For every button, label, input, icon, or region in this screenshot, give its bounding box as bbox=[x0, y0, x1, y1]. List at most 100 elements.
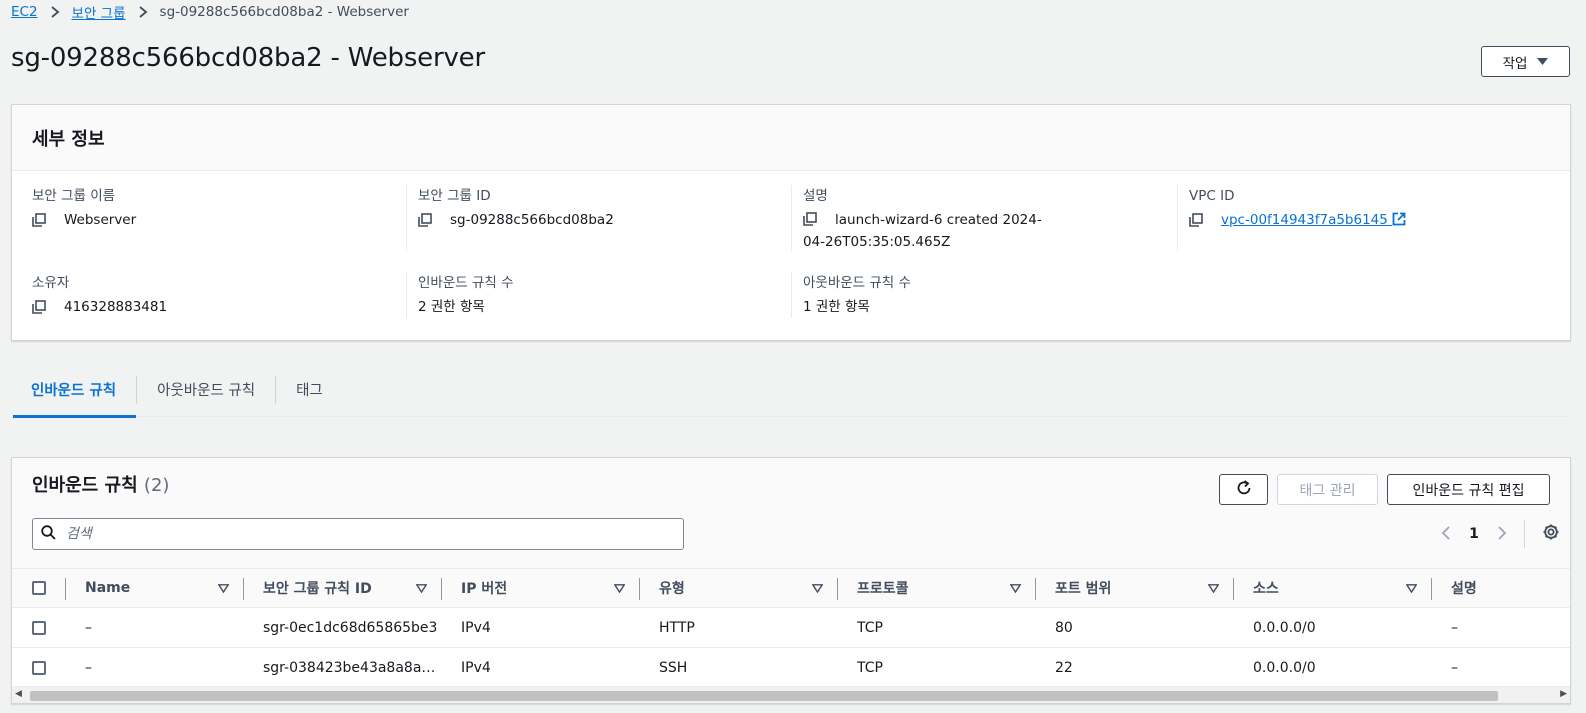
column-header-description[interactable]: 설명 bbox=[1451, 569, 1477, 607]
tab-tags[interactable]: 태그 bbox=[276, 362, 343, 417]
tab-inbound-rules[interactable]: 인바운드 규칙 bbox=[11, 362, 137, 418]
column-header-ip-version[interactable]: IP 버전 bbox=[461, 569, 507, 607]
sort-icon[interactable] bbox=[218, 569, 229, 607]
sort-icon[interactable] bbox=[614, 569, 625, 607]
details-header: 세부 정보 bbox=[12, 105, 1570, 171]
cell-port-range: 22 bbox=[1055, 660, 1073, 676]
scroll-right-icon[interactable]: ▶ bbox=[1560, 689, 1567, 699]
column-header-source[interactable]: 소스 bbox=[1253, 569, 1279, 607]
scrollbar-thumb[interactable] bbox=[30, 691, 1498, 701]
copy-icon[interactable] bbox=[1189, 209, 1209, 231]
sg-id-value: sg-09288c566bcd08ba2 bbox=[450, 212, 614, 228]
row-checkbox[interactable] bbox=[32, 661, 46, 675]
table-row[interactable]: – sgr-038423be43a8a8a… IPv4 SSH TCP 22 0… bbox=[12, 648, 1570, 688]
cell-name: – bbox=[85, 660, 92, 676]
description-value: launch-wizard-6 created 2024-04-26T05:35… bbox=[803, 212, 1042, 250]
refresh-button[interactable] bbox=[1219, 474, 1268, 505]
cell-rule-id: sgr-038423be43a8a8a… bbox=[263, 660, 436, 676]
inbound-rules-title-text: 인바운드 규칙 bbox=[32, 475, 138, 496]
column-resizer[interactable] bbox=[1233, 578, 1234, 600]
inbound-count-label: 인바운드 규칙 수 bbox=[418, 275, 514, 291]
inbound-rules-header: 인바운드 규칙 (2) 태그 관리 인바운드 규칙 편집 1 bbox=[12, 458, 1570, 568]
page-title: sg-09288c566bcd08ba2 - Webserver bbox=[11, 43, 485, 73]
column-resizer[interactable] bbox=[1431, 578, 1432, 600]
copy-icon[interactable] bbox=[418, 209, 438, 231]
row-checkbox[interactable] bbox=[32, 621, 46, 635]
horizontal-scrollbar[interactable]: ◀ ▶ bbox=[12, 686, 1570, 703]
cell-source: 0.0.0.0/0 bbox=[1253, 620, 1316, 636]
chevron-right-icon bbox=[38, 6, 72, 18]
copy-icon[interactable] bbox=[32, 209, 52, 231]
sort-icon[interactable] bbox=[416, 569, 427, 607]
breadcrumb-security-groups[interactable]: 보안 그룹 bbox=[72, 2, 126, 22]
cell-port-range: 80 bbox=[1055, 620, 1073, 636]
inbound-rules-panel: 인바운드 규칙 (2) 태그 관리 인바운드 규칙 편집 1 bbox=[11, 457, 1571, 704]
column-header-port-range[interactable]: 포트 범위 bbox=[1055, 569, 1111, 607]
actions-button[interactable]: 작업 bbox=[1481, 46, 1570, 77]
sort-icon[interactable] bbox=[1010, 569, 1021, 607]
owner-field: 소유자 416328883481 bbox=[32, 274, 167, 318]
outbound-count-label: 아웃바운드 규칙 수 bbox=[803, 275, 911, 291]
outbound-count-field: 아웃바운드 규칙 수 1 권한 항목 bbox=[803, 274, 911, 318]
inbound-rules-title: 인바운드 규칙 (2) bbox=[32, 471, 169, 497]
cell-rule-id: sgr-0ec1dc68d65865be3 bbox=[263, 620, 438, 636]
vpc-id-value: vpc-00f14943f7a5b6145 bbox=[1221, 212, 1388, 228]
select-all-checkbox[interactable] bbox=[32, 581, 46, 595]
cell-ip-version: IPv4 bbox=[461, 660, 491, 676]
cell-source: 0.0.0.0/0 bbox=[1253, 660, 1316, 676]
preferences-button[interactable] bbox=[1537, 520, 1565, 548]
edit-inbound-rules-button[interactable]: 인바운드 규칙 편집 bbox=[1387, 474, 1550, 505]
column-divider bbox=[791, 185, 792, 251]
column-divider bbox=[1177, 185, 1178, 251]
sg-id-label: 보안 그룹 ID bbox=[418, 188, 491, 204]
vpc-id-field: VPC ID vpc-00f14943f7a5b6145 bbox=[1189, 187, 1406, 231]
tab-outbound-rules[interactable]: 아웃바운드 규칙 bbox=[137, 362, 275, 417]
breadcrumb: EC2 보안 그룹 sg-09288c566bcd08ba2 - Webserv… bbox=[11, 2, 409, 22]
next-page-button[interactable] bbox=[1488, 520, 1516, 548]
column-header-rule-id[interactable]: 보안 그룹 규칙 ID bbox=[263, 569, 372, 607]
vpc-id-link[interactable]: vpc-00f14943f7a5b6145 bbox=[1221, 209, 1406, 231]
owner-label: 소유자 bbox=[32, 275, 70, 291]
details-title: 세부 정보 bbox=[32, 128, 105, 150]
search-field bbox=[32, 518, 684, 550]
column-resizer[interactable] bbox=[639, 578, 640, 600]
tab-list: 인바운드 규칙 아웃바운드 규칙 태그 bbox=[11, 362, 1571, 418]
column-resizer[interactable] bbox=[837, 578, 838, 600]
cell-description: – bbox=[1451, 620, 1458, 636]
cell-name: – bbox=[85, 620, 92, 636]
column-header-name[interactable]: Name bbox=[85, 569, 130, 607]
external-link-icon bbox=[1392, 212, 1406, 228]
sg-name-field: 보안 그룹 이름 Webserver bbox=[32, 187, 136, 231]
cell-ip-version: IPv4 bbox=[461, 620, 491, 636]
breadcrumb-ec2[interactable]: EC2 bbox=[11, 4, 38, 20]
column-resizer[interactable] bbox=[65, 578, 66, 600]
column-header-type[interactable]: 유형 bbox=[659, 569, 685, 607]
search-input[interactable] bbox=[64, 525, 683, 543]
sort-icon[interactable] bbox=[812, 569, 823, 607]
column-divider bbox=[791, 272, 792, 318]
sg-name-label: 보안 그룹 이름 bbox=[32, 188, 116, 204]
column-resizer[interactable] bbox=[243, 578, 244, 600]
current-page-number[interactable]: 1 bbox=[1460, 520, 1488, 548]
sort-icon[interactable] bbox=[1208, 569, 1219, 607]
copy-icon[interactable] bbox=[32, 296, 52, 318]
description-field: 설명 launch-wizard-6 created 2024-04-26T05… bbox=[803, 187, 1063, 253]
pagination-divider bbox=[1524, 520, 1525, 548]
cell-type: HTTP bbox=[659, 620, 695, 636]
scroll-left-icon[interactable]: ◀ bbox=[15, 689, 22, 699]
manage-tags-button[interactable]: 태그 관리 bbox=[1277, 474, 1378, 505]
sort-icon[interactable] bbox=[1406, 569, 1417, 607]
previous-page-button[interactable] bbox=[1432, 520, 1460, 548]
chevron-left-icon bbox=[1441, 525, 1451, 544]
owner-value: 416328883481 bbox=[64, 299, 168, 315]
table-row[interactable]: – sgr-0ec1dc68d65865be3 IPv4 HTTP TCP 80… bbox=[12, 608, 1570, 648]
table-header: Name 보안 그룹 규칙 ID IP 버전 유형 프로토콜 포트 범위 소스 … bbox=[12, 568, 1570, 608]
copy-icon[interactable] bbox=[803, 209, 823, 229]
column-divider bbox=[406, 185, 407, 251]
column-resizer[interactable] bbox=[441, 578, 442, 600]
description-label: 설명 bbox=[803, 188, 828, 204]
column-header-protocol[interactable]: 프로토콜 bbox=[857, 569, 909, 607]
column-resizer[interactable] bbox=[1035, 578, 1036, 600]
cell-description: – bbox=[1451, 660, 1458, 676]
caret-down-icon bbox=[1537, 55, 1549, 69]
